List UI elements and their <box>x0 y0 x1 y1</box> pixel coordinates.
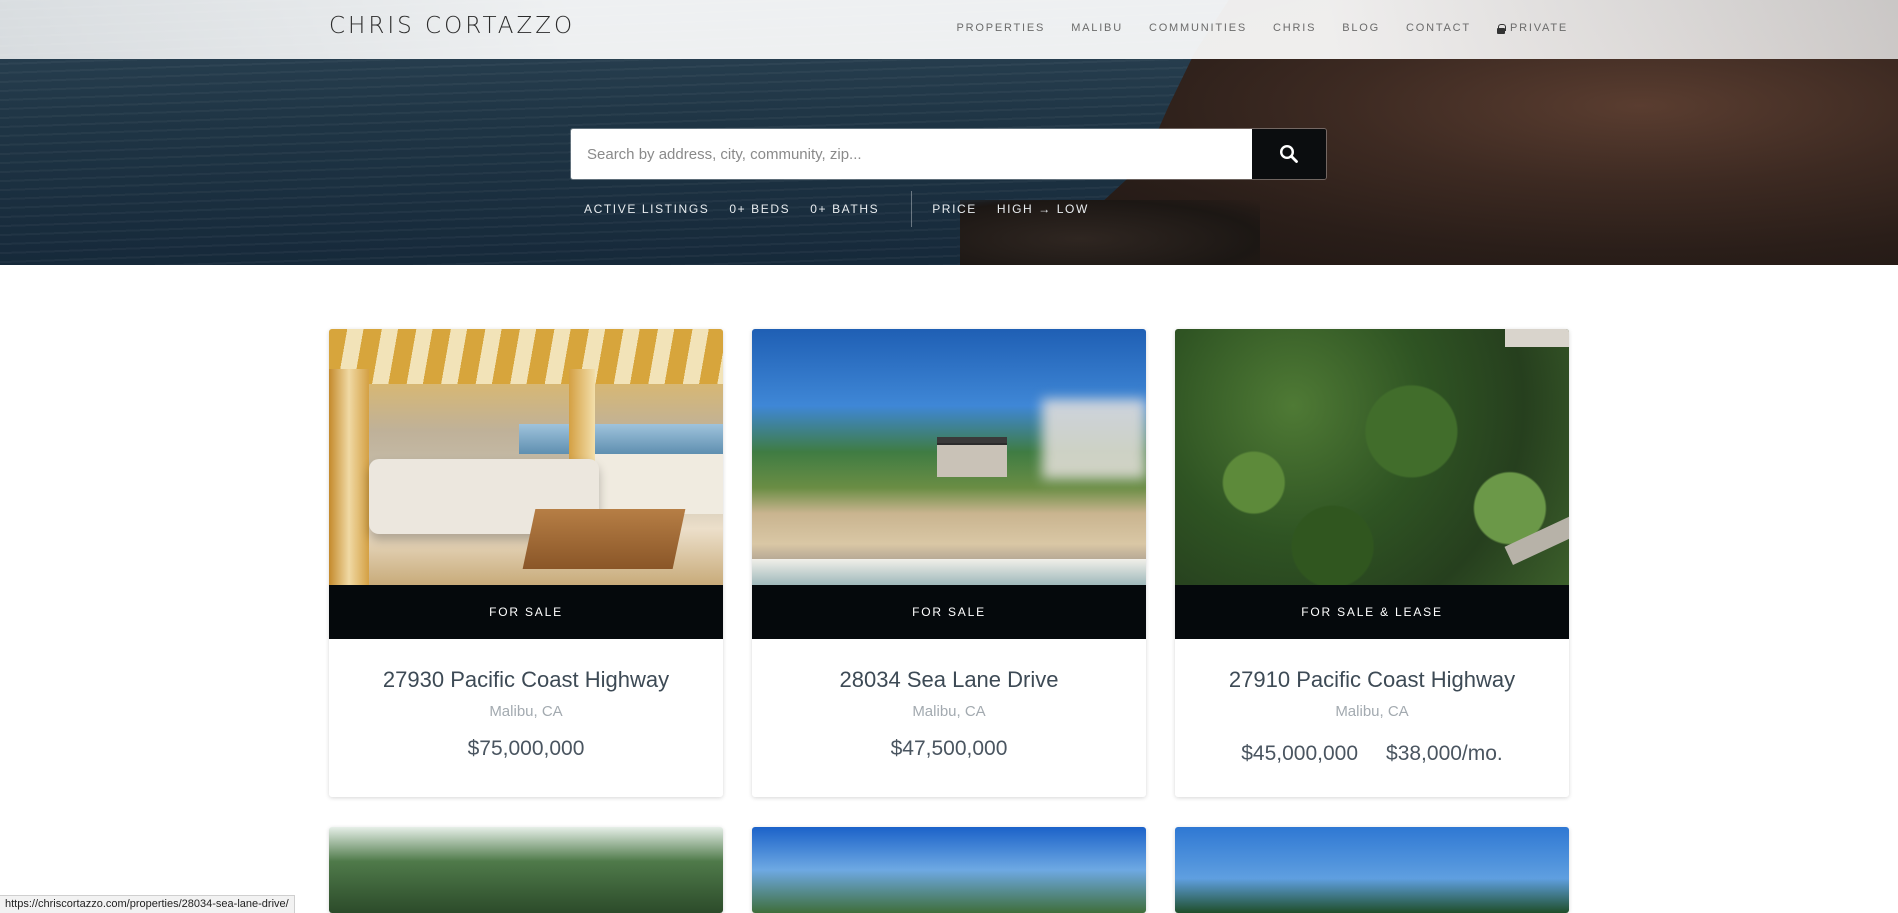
filter-status[interactable]: ACTIVE LISTINGS <box>584 202 709 216</box>
search-icon <box>1279 144 1298 163</box>
roof-image <box>1505 329 1569 347</box>
listing-photo[interactable] <box>752 329 1146 585</box>
sort-order[interactable]: HIGH → LOW <box>997 202 1089 216</box>
listing-card[interactable] <box>1175 827 1569 913</box>
nav-contact[interactable]: CONTACT <box>1406 22 1471 34</box>
listing-card[interactable] <box>329 827 723 913</box>
search-input[interactable] <box>571 129 1252 179</box>
nav-communities[interactable]: COMMUNITIES <box>1149 22 1247 34</box>
listing-status: FOR SALE & LEASE <box>1175 585 1569 639</box>
listing-photo[interactable] <box>752 827 1146 913</box>
lock-icon <box>1496 23 1506 34</box>
surf-line <box>752 559 1146 585</box>
browser-status-url: https://chriscortazzo.com/properties/280… <box>0 895 295 913</box>
listing-address[interactable]: 28034 Sea Lane Drive <box>752 667 1146 693</box>
listing-lease-price: $38,000/mo. <box>1386 742 1503 765</box>
listing-status: FOR SALE <box>752 585 1146 639</box>
nav-private[interactable]: PRIVATE <box>1496 22 1568 34</box>
search-button[interactable] <box>1252 129 1326 179</box>
listing-address[interactable]: 27910 Pacific Coast Highway <box>1175 667 1569 693</box>
search-filters: ACTIVE LISTINGS 0+ BEDS 0+ BATHS PRICE H… <box>584 191 1109 227</box>
main-nav: PROPERTIES MALIBU COMMUNITIES CHRIS BLOG… <box>956 22 1568 34</box>
listing-card[interactable]: FOR SALE & LEASE 27910 Pacific Coast Hig… <box>1175 329 1569 797</box>
listing-photo[interactable] <box>1175 329 1569 585</box>
listing-location: Malibu, CA <box>489 703 563 720</box>
nav-malibu[interactable]: MALIBU <box>1071 22 1123 34</box>
listing-price: $45,000,000 <box>1241 742 1359 765</box>
listing-photo[interactable] <box>329 827 723 913</box>
cabana-curtain <box>329 369 369 585</box>
listing-address[interactable]: 27930 Pacific Coast Highway <box>329 667 723 693</box>
nav-properties[interactable]: PROPERTIES <box>956 22 1045 34</box>
sort-by[interactable]: PRICE <box>932 202 977 216</box>
listing-card[interactable] <box>752 827 1146 913</box>
nav-private-label: PRIVATE <box>1509 22 1568 34</box>
nav-blog[interactable]: BLOG <box>1342 22 1380 34</box>
filter-beds[interactable]: 0+ BEDS <box>729 202 790 216</box>
search-bar <box>570 128 1327 180</box>
listing-photo[interactable] <box>1175 827 1569 913</box>
listing-price: $47,500,000 <box>890 737 1008 760</box>
filter-baths[interactable]: 0+ BATHS <box>810 202 879 216</box>
ocean-view <box>519 424 723 454</box>
blurred-area <box>1042 399 1146 479</box>
listing-location: Malibu, CA <box>1335 703 1409 720</box>
filter-divider <box>911 191 913 227</box>
listing-photo[interactable] <box>329 329 723 585</box>
listing-price: $75,000,000 <box>467 737 585 760</box>
house-image <box>937 437 1007 477</box>
nav-chris[interactable]: CHRIS <box>1273 22 1316 34</box>
beach-sand <box>589 454 723 514</box>
cabana-canopy <box>329 329 723 384</box>
listing-status: FOR SALE <box>329 585 723 639</box>
listing-card[interactable]: FOR SALE 28034 Sea Lane Drive Malibu, CA… <box>752 329 1146 797</box>
site-logo[interactable]: CHRIS CORTAZZO <box>329 13 575 39</box>
listing-location: Malibu, CA <box>912 703 986 720</box>
listing-card[interactable]: FOR SALE 27930 Pacific Coast Highway Mal… <box>329 329 723 797</box>
site-header: CHRIS CORTAZZO PROPERTIES MALIBU COMMUNI… <box>0 0 1898 59</box>
outdoor-table <box>522 509 686 569</box>
listing-price-row: $45,000,000 $38,000/mo. <box>1175 742 1569 766</box>
